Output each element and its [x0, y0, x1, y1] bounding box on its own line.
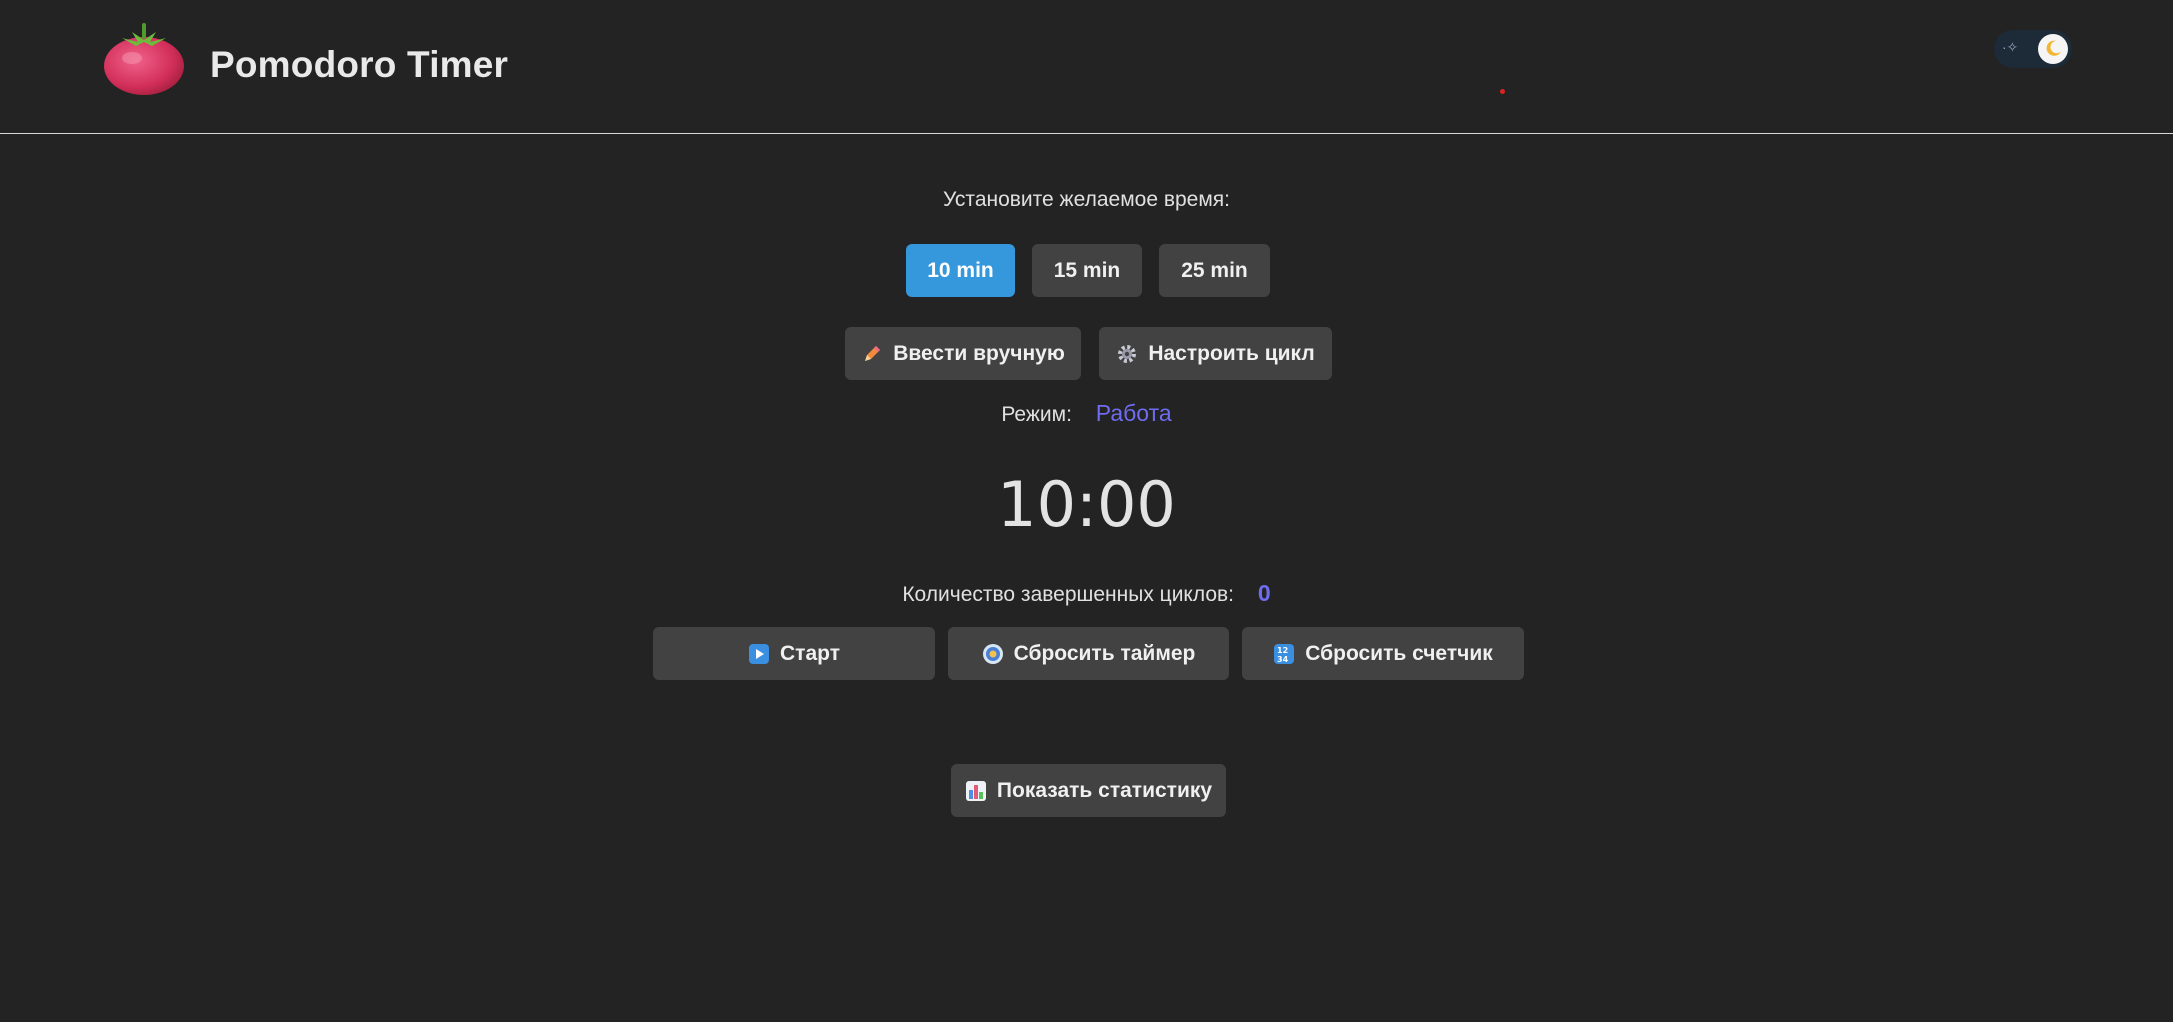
reset-counter-button[interactable]: 12 34 Сбросить счетчик	[1242, 627, 1524, 680]
play-icon	[748, 643, 770, 665]
show-stats-label: Показать статистику	[996, 778, 1213, 802]
configure-cycle-button[interactable]: Настроить цикл	[1099, 327, 1332, 380]
app-title: Pomodoro Timer	[210, 44, 509, 85]
tomato-icon	[104, 23, 184, 95]
preset-15-min-button[interactable]: 15 min	[1032, 244, 1142, 297]
mode-value: Работа	[1095, 400, 1172, 426]
manual-entry-label: Ввести вручную	[893, 341, 1065, 365]
manual-entry-button[interactable]: Ввести вручную	[845, 327, 1081, 380]
cycles-count: 0	[1257, 580, 1271, 606]
gear-icon	[1116, 343, 1138, 365]
reset-timer-label: Сбросить таймер	[1013, 641, 1196, 665]
theme-toggle[interactable]: · ✧	[1994, 30, 2072, 68]
pencil-icon	[861, 343, 883, 365]
mode-row: Режим: Работа	[0, 400, 2173, 427]
preset-25-min-button[interactable]: 25 min	[1159, 244, 1270, 297]
preset-10-min-button[interactable]: 10 min	[906, 244, 1015, 297]
cycles-row: Количество завершенных циклов: 0	[0, 580, 2173, 607]
set-time-label: Установите желаемое время:	[943, 188, 1230, 211]
svg-text:12: 12	[1277, 646, 1288, 655]
numbers-icon: 12 34	[1273, 643, 1295, 665]
timer-display: 10:00	[997, 468, 1176, 541]
moon-icon	[2046, 40, 2062, 56]
reset-timer-icon	[982, 643, 1004, 665]
svg-text:34: 34	[1277, 655, 1289, 664]
app-header: Pomodoro Timer · ✧	[0, 0, 2173, 134]
toggle-knob	[2038, 34, 2068, 64]
configure-cycle-label: Настроить цикл	[1148, 341, 1315, 365]
cycles-label: Количество завершенных циклов:	[902, 583, 1235, 606]
show-stats-button[interactable]: Показать статистику	[951, 764, 1226, 817]
stars-icon: · ✧	[2002, 39, 2018, 55]
start-label: Старт	[780, 641, 840, 665]
start-button[interactable]: Старт	[653, 627, 935, 680]
mode-label: Режим:	[1001, 403, 1072, 426]
reset-timer-button[interactable]: Сбросить таймер	[948, 627, 1229, 680]
indicator-dot	[1500, 89, 1505, 94]
reset-counter-label: Сбросить счетчик	[1305, 641, 1493, 665]
bar-chart-icon	[965, 780, 987, 802]
